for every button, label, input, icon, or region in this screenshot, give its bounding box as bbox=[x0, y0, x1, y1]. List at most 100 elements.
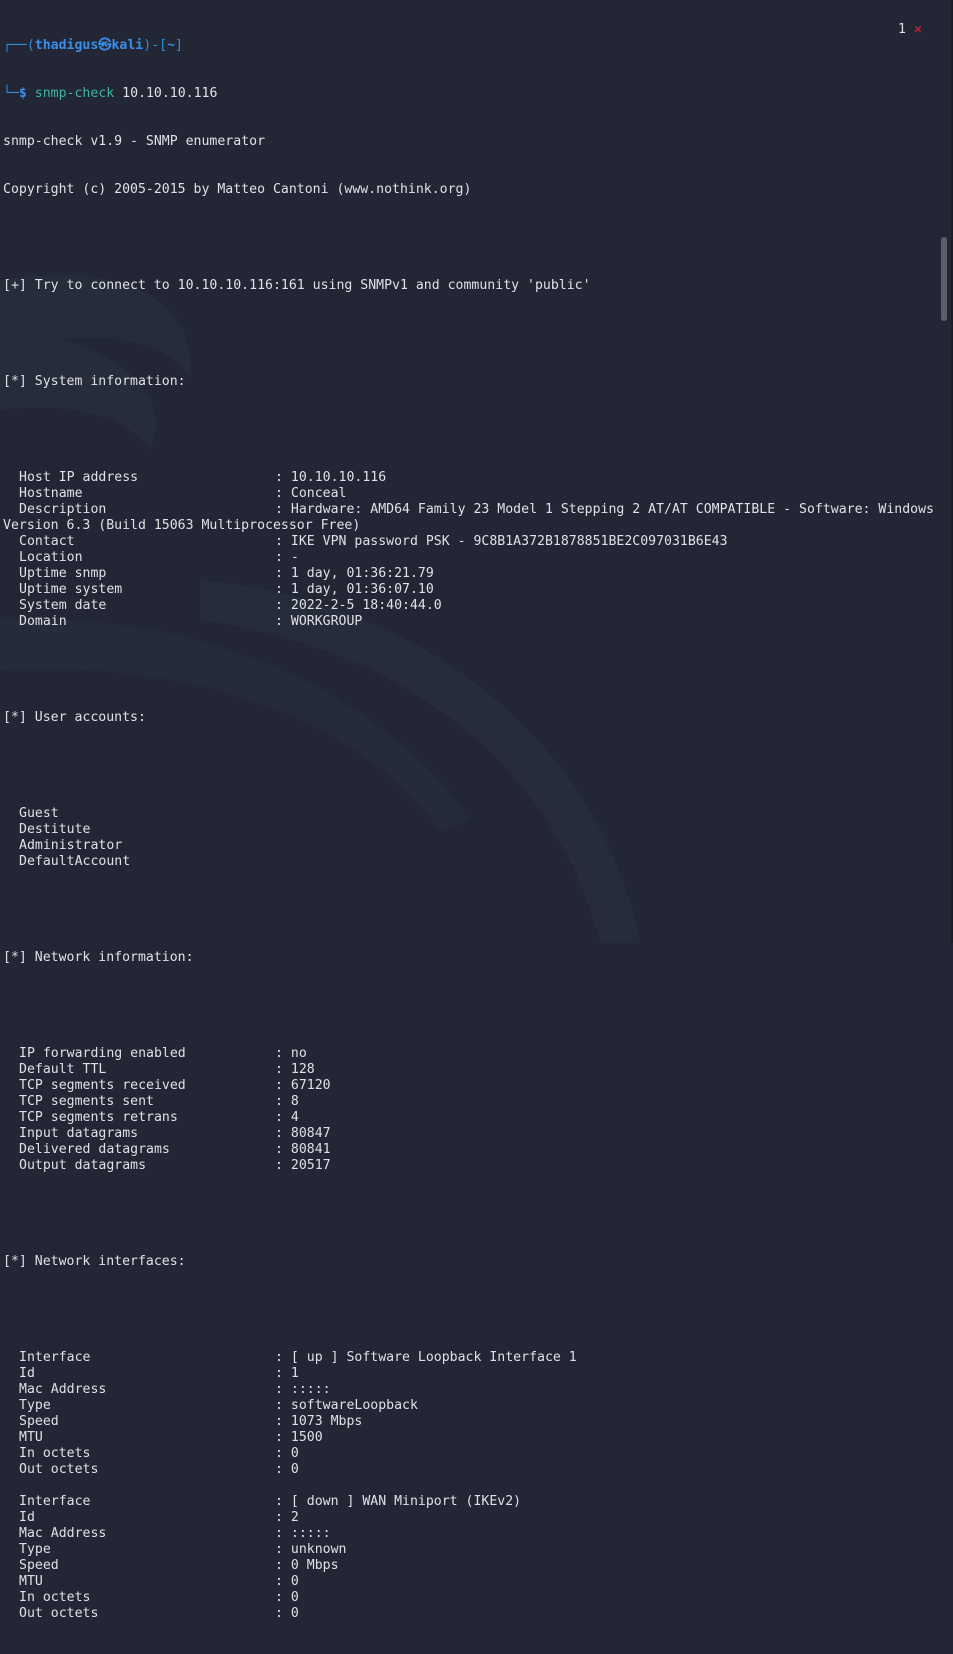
prompt-frame: ] bbox=[175, 38, 183, 53]
scrollbar-thumb[interactable] bbox=[941, 237, 947, 321]
kv-key: TCP segments sent bbox=[19, 1094, 154, 1109]
kv-row: Uptime snmp: 1 day, 01:36:21.79 bbox=[3, 566, 934, 582]
kv-row: Location : - bbox=[3, 550, 934, 566]
kv-key: Type bbox=[19, 1398, 51, 1413]
kv-value: : 0 bbox=[275, 1606, 299, 1621]
kv-key: Speed bbox=[19, 1414, 59, 1429]
kv-value: : Conceal bbox=[275, 486, 347, 501]
kv-value: : softwareLoopback bbox=[275, 1398, 418, 1413]
kv-row: In octets: 0 bbox=[3, 1590, 934, 1606]
terminal-window[interactable]: ┌──(thadigus㉿kali)-[~] └─$ snmp-check 10… bbox=[0, 0, 940, 1621]
kv-key: Mac Address bbox=[19, 1382, 107, 1397]
kv-row: Description : Hardware: AMD64 Family 23 M… bbox=[3, 502, 934, 518]
tool-banner: snmp-check v1.9 - SNMP enumerator bbox=[3, 134, 266, 149]
kv-row: Mac Address : ::::: bbox=[3, 1526, 934, 1542]
tab-count: 1 bbox=[898, 22, 906, 37]
kv-value: : 67120 bbox=[275, 1078, 331, 1093]
kv-row: Mac Address : ::::: bbox=[3, 1382, 934, 1398]
kv-key: Id bbox=[19, 1510, 35, 1525]
section-heading-users: [*] User accounts: bbox=[3, 710, 146, 725]
kv-key: Default TTL bbox=[19, 1062, 107, 1077]
kv-row: System date: 2022-2-5 18:40:44.0 bbox=[3, 598, 934, 614]
kv-value: : [ down ] WAN Miniport (IKEv2) bbox=[275, 1494, 522, 1509]
prompt-host: kali bbox=[111, 38, 144, 53]
kv-value: : no bbox=[275, 1046, 307, 1061]
kv-key: Output datagrams bbox=[19, 1158, 147, 1173]
kv-row: IP forwarding enabled : no bbox=[3, 1046, 934, 1062]
kv-row: Delivered datagrams: 80841 bbox=[3, 1142, 934, 1158]
kv-value: : ::::: bbox=[275, 1382, 331, 1397]
kv-row: Interface: [ up ] Software Loopback Inte… bbox=[3, 1350, 934, 1366]
kv-value: : 8 bbox=[275, 1094, 299, 1109]
kv-row: Uptime system: 1 day, 01:36:07.10 bbox=[3, 582, 934, 598]
kv-key: MTU bbox=[19, 1574, 43, 1589]
kv-row: Speed: 0 Mbps bbox=[3, 1558, 934, 1574]
kv-value: : 80847 bbox=[275, 1126, 331, 1141]
kv-value: : unknown bbox=[275, 1542, 347, 1557]
kv-key: Description bbox=[19, 502, 107, 517]
command-args: 10.10.10.116 bbox=[114, 86, 218, 101]
kv-key: TCP segments received bbox=[19, 1078, 186, 1093]
kv-key: Uptime snmp bbox=[19, 566, 107, 581]
kv-key: MTU bbox=[19, 1430, 43, 1445]
kv-value: : 1073 Mbps bbox=[275, 1414, 363, 1429]
kv-value: : 2 bbox=[275, 1510, 299, 1525]
kv-value: : 1500 bbox=[275, 1430, 323, 1445]
kv-row: MTU : 1500 bbox=[3, 1430, 934, 1446]
kv-row: TCP segments sent : 8 bbox=[3, 1094, 934, 1110]
user-account: Guest bbox=[19, 806, 59, 821]
prompt-symbol: $ bbox=[18, 86, 27, 101]
system-info-table: Host IP address: 10.10.10.116 Hostname: C… bbox=[3, 470, 934, 630]
prompt-cwd: ~ bbox=[167, 38, 176, 53]
kv-value: : Hardware: AMD64 Family 23 Model 1 Step… bbox=[275, 502, 934, 517]
kv-row: Default TTL : 128 bbox=[3, 1062, 934, 1078]
user-account: Destitute bbox=[19, 822, 91, 837]
kv-value: : 0 bbox=[275, 1574, 299, 1589]
network-interfaces-table: Interface: [ up ] Software Loopback Inte… bbox=[3, 1350, 934, 1622]
kv-row: Input datagrams : 80847 bbox=[3, 1126, 934, 1142]
kv-key: Speed bbox=[19, 1558, 59, 1573]
kv-row: Type : softwareLoopback bbox=[3, 1398, 934, 1414]
kv-value: : 10.10.10.116 bbox=[275, 470, 387, 485]
kv-row: Interface : [ down ] WAN Miniport (IKEv2) bbox=[3, 1494, 934, 1510]
kv-row: MTU : 0 bbox=[3, 1574, 934, 1590]
kv-key: Domain bbox=[19, 614, 67, 629]
kv-key: Input datagrams bbox=[19, 1126, 139, 1141]
kv-row: Id : 2 bbox=[3, 1510, 934, 1526]
kv-key: Out octets bbox=[19, 1462, 99, 1477]
section-heading-interfaces: [*] Network interfaces: bbox=[3, 1254, 186, 1269]
user-account: DefaultAccount bbox=[19, 854, 131, 869]
kv-row: Type: unknown bbox=[3, 1542, 934, 1558]
kv-key: Interface bbox=[19, 1494, 91, 1509]
connect-line: [+] Try to connect to 10.10.10.116:161 u… bbox=[3, 278, 591, 293]
kv-key: Id bbox=[19, 1366, 35, 1381]
kv-value: : 128 bbox=[275, 1062, 315, 1077]
kv-value: : 1 bbox=[275, 1366, 299, 1381]
kv-value: : 20517 bbox=[275, 1158, 331, 1173]
kv-value: : 0 bbox=[275, 1446, 299, 1461]
kv-value: : 2022-2-5 18:40:44.0 bbox=[275, 598, 442, 613]
kv-key: In octets bbox=[19, 1446, 91, 1461]
prompt-user: thadigus bbox=[34, 38, 99, 53]
kv-value: : ::::: bbox=[275, 1526, 331, 1541]
prompt-frame: ┌──( bbox=[3, 38, 35, 53]
terminal-output: ┌──(thadigus㉿kali)-[~] └─$ snmp-check 10… bbox=[3, 6, 934, 1654]
kv-key: Contact bbox=[19, 534, 75, 549]
kv-row: Host IP address: 10.10.10.116 bbox=[3, 470, 934, 486]
close-icon[interactable]: ✕ bbox=[914, 22, 922, 37]
kv-row: Output datagrams : 20517 bbox=[3, 1158, 934, 1174]
user-account: Administrator bbox=[19, 838, 123, 853]
kv-value: : 1 day, 01:36:07.10 bbox=[275, 582, 434, 597]
kv-row: Contact : IKE VPN password PSK - 9C8B1A37… bbox=[3, 534, 934, 550]
kv-key: IP forwarding enabled bbox=[19, 1046, 186, 1061]
kv-value: : - bbox=[275, 550, 299, 565]
prompt-line-1: ┌──(thadigus㉿kali)-[~] bbox=[3, 38, 934, 54]
kv-key: Out octets bbox=[19, 1606, 99, 1621]
kv-key: Mac Address bbox=[19, 1526, 107, 1541]
section-heading-network: [*] Network information: bbox=[3, 950, 194, 965]
kv-row: Speed : 1073 Mbps bbox=[3, 1414, 934, 1430]
kv-value: : WORKGROUP bbox=[275, 614, 363, 629]
kv-key: Location bbox=[19, 550, 83, 565]
kv-row: Domain : WORKGROUP bbox=[3, 614, 934, 630]
kv-value: : IKE VPN password PSK - 9C8B1A372B18788… bbox=[275, 534, 728, 549]
